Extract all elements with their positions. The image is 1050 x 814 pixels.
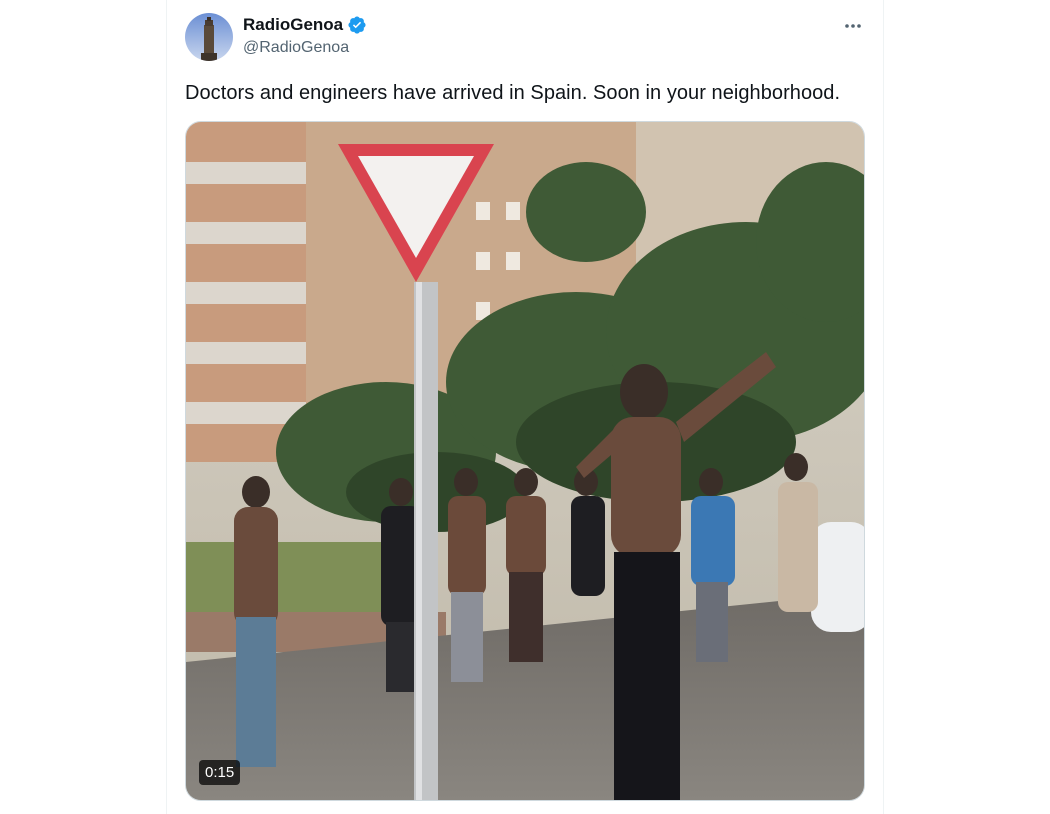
more-horizontal-icon: [845, 24, 861, 28]
video-duration-badge: 0:15: [199, 760, 241, 785]
tower-avatar-icon: [185, 13, 233, 61]
author-handle[interactable]: @RadioGenoa: [243, 39, 349, 57]
tweet-video[interactable]: [185, 121, 865, 801]
author-avatar[interactable]: [185, 13, 233, 61]
verified-badge-icon: [347, 15, 367, 35]
author-display-name[interactable]: RadioGenoa: [243, 14, 343, 36]
tweet-text: Doctors and engineers have arrived in Sp…: [185, 82, 841, 104]
video-frame: [186, 122, 864, 800]
more-options-button[interactable]: [838, 11, 868, 41]
